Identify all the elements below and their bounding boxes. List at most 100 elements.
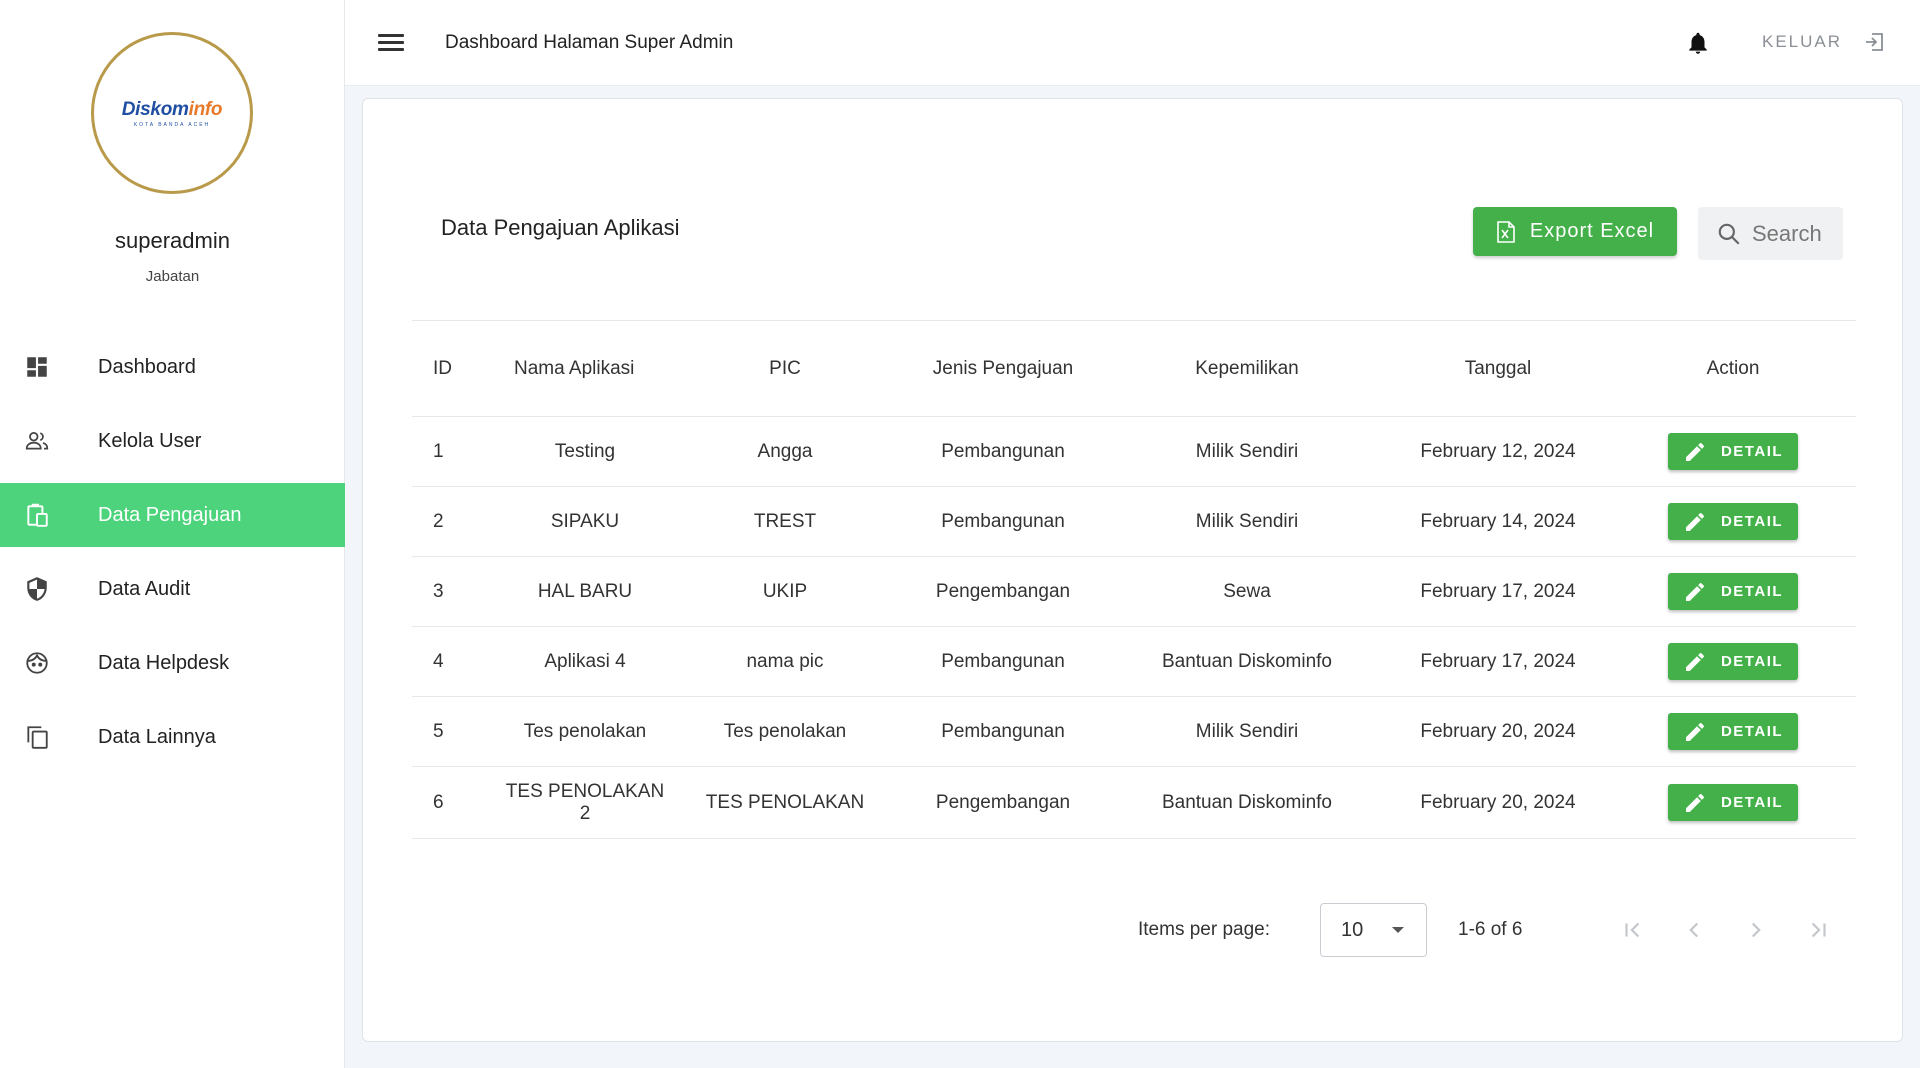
detail-label: DETAIL xyxy=(1720,794,1784,811)
content-card: Data Pengajuan Aplikasi Export Excel ID … xyxy=(362,98,1903,1042)
table-row: 5 Tes penolakan Tes penolakan Pembanguna… xyxy=(412,697,1856,767)
export-excel-label: Export Excel xyxy=(1529,220,1655,242)
pencil-icon xyxy=(1685,652,1704,671)
cell-pic: UKIP xyxy=(762,580,808,602)
items-per-page-select[interactable]: 10 xyxy=(1320,903,1427,957)
logo-brand-b: info xyxy=(188,98,223,120)
cell-action: DETAIL xyxy=(1610,433,1856,470)
logout-button[interactable]: KELUAR xyxy=(1762,30,1886,54)
detail-button[interactable]: DETAIL xyxy=(1668,573,1798,610)
cell-pic: TES PENOLAKAN xyxy=(705,791,865,813)
bell-icon[interactable] xyxy=(1685,30,1711,56)
face-icon xyxy=(0,650,98,676)
cell-jenis: Pembangunan xyxy=(941,440,1065,462)
pencil-icon xyxy=(1685,582,1704,601)
column-header[interactable]: Tanggal xyxy=(1386,358,1610,380)
sidebar-item-dashboard[interactable]: Dashboard xyxy=(0,335,345,399)
sidebar-item-data-audit[interactable]: Data Audit xyxy=(0,557,345,621)
sidebar-item-label: Data Lainnya xyxy=(98,725,216,748)
logo-subtitle: KOTA BANDA ACEH xyxy=(133,121,211,128)
cell-id: 1 xyxy=(433,440,444,462)
last-page-icon xyxy=(1811,922,1826,938)
cell-pic: TREST xyxy=(753,510,817,532)
detail-button[interactable]: DETAIL xyxy=(1668,503,1798,540)
column-header[interactable]: ID xyxy=(412,358,498,380)
sidebar-item-data-pengajuan[interactable]: Data Pengajuan xyxy=(0,483,345,547)
column-header: Action xyxy=(1706,357,1760,379)
cell-nama: Tes penolakan xyxy=(523,720,647,742)
logo-brand-a: Diskom xyxy=(121,98,189,120)
detail-button[interactable]: DETAIL xyxy=(1668,643,1798,680)
table-row: 6 TES PENOLAKAN 2 TES PENOLAKAN Pengemba… xyxy=(412,767,1856,839)
cell-kepemilikan: Sewa xyxy=(1223,580,1271,602)
cell-jenis: Pembangunan xyxy=(941,720,1065,742)
search-field[interactable] xyxy=(1698,207,1843,260)
detail-button[interactable]: DETAIL xyxy=(1668,784,1798,821)
first-page-button[interactable] xyxy=(1610,907,1656,953)
cell-nama: TES PENOLAKAN 2 xyxy=(505,780,665,824)
cell-tanggal: February 17, 2024 xyxy=(1420,650,1576,672)
card-title: Data Pengajuan Aplikasi xyxy=(441,215,680,240)
table-row: 4 Aplikasi 4 nama pic Pembangunan Bantua… xyxy=(412,627,1856,697)
logo-text: Diskominfo xyxy=(121,98,223,121)
users-icon xyxy=(0,428,98,454)
user-name: superadmin xyxy=(115,228,230,253)
chevron-right-icon xyxy=(1751,922,1761,938)
cell-jenis: Pembangunan xyxy=(941,650,1065,672)
cell-tanggal: February 20, 2024 xyxy=(1420,791,1576,813)
detail-button[interactable]: DETAIL xyxy=(1668,433,1798,470)
sidebar-item-label: Dashboard xyxy=(98,355,196,378)
cell-nama: SIPAKU xyxy=(550,510,620,532)
cell-id: 3 xyxy=(433,580,444,602)
detail-button[interactable]: DETAIL xyxy=(1668,713,1798,750)
sidebar-item-data-lainnya[interactable]: Data Lainnya xyxy=(0,705,345,769)
topbar: Dashboard Halaman Super Admin KELUAR xyxy=(345,0,1920,86)
column-header[interactable]: Nama Aplikasi xyxy=(498,358,672,380)
search-input[interactable] xyxy=(1752,220,1842,247)
previous-page-button[interactable] xyxy=(1671,907,1717,953)
cell-tanggal: February 12, 2024 xyxy=(1420,440,1576,462)
data-table: ID Nama Aplikasi PIC Jenis Pengajuan Kep… xyxy=(412,321,1856,839)
cell-action: DETAIL xyxy=(1610,643,1856,680)
cell-kepemilikan: Bantuan Diskominfo xyxy=(1161,791,1333,813)
detail-label: DETAIL xyxy=(1720,653,1784,670)
sidebar-item-label: Data Helpdesk xyxy=(98,651,230,674)
cell-tanggal: February 17, 2024 xyxy=(1420,580,1576,602)
items-per-page-label: Items per page: xyxy=(1138,919,1271,940)
cell-action: DETAIL xyxy=(1610,713,1856,750)
cell-id: 6 xyxy=(433,791,444,813)
cell-pic: Tes penolakan xyxy=(723,720,847,742)
cell-action: DETAIL xyxy=(1610,573,1856,610)
sidebar-nav: Dashboard Kelola User Data Pengajuan Dat… xyxy=(0,335,345,779)
sidebar: Diskominfo KOTA BANDA ACEH superadmin Ja… xyxy=(0,0,345,1068)
chevron-left-icon xyxy=(1689,922,1699,938)
copy-icon xyxy=(0,724,98,750)
menu-icon[interactable] xyxy=(378,30,404,56)
cell-tanggal: February 20, 2024 xyxy=(1420,720,1576,742)
pagination-range: 1-6 of 6 xyxy=(1458,919,1523,940)
shield-icon xyxy=(0,576,98,602)
cell-nama: Aplikasi 4 xyxy=(544,650,626,672)
cell-nama: HAL BARU xyxy=(537,580,633,602)
cell-nama: Testing xyxy=(554,440,616,462)
sidebar-item-data-helpdesk[interactable]: Data Helpdesk xyxy=(0,631,345,695)
sidebar-item-label: Kelola User xyxy=(98,429,202,452)
cell-id: 5 xyxy=(433,720,444,742)
cell-jenis: Pengembangan xyxy=(935,791,1071,813)
logout-icon xyxy=(1866,33,1883,51)
cell-pic: nama pic xyxy=(746,650,824,672)
sidebar-item-label: Data Audit xyxy=(98,577,191,600)
column-header[interactable]: PIC xyxy=(672,358,898,380)
last-page-button[interactable] xyxy=(1795,907,1841,953)
cell-jenis: Pengembangan xyxy=(935,580,1071,602)
next-page-button[interactable] xyxy=(1733,907,1779,953)
cell-kepemilikan: Bantuan Diskominfo xyxy=(1161,650,1333,672)
cell-action: DETAIL xyxy=(1610,503,1856,540)
column-header[interactable]: Kepemilikan xyxy=(1108,358,1386,380)
cell-tanggal: February 14, 2024 xyxy=(1420,510,1576,532)
sidebar-item-kelola-user[interactable]: Kelola User xyxy=(0,409,345,473)
export-excel-button[interactable]: Export Excel xyxy=(1473,207,1677,256)
column-header[interactable]: Jenis Pengajuan xyxy=(898,358,1108,380)
excel-file-icon xyxy=(1497,220,1515,243)
cell-jenis: Pembangunan xyxy=(941,510,1065,532)
